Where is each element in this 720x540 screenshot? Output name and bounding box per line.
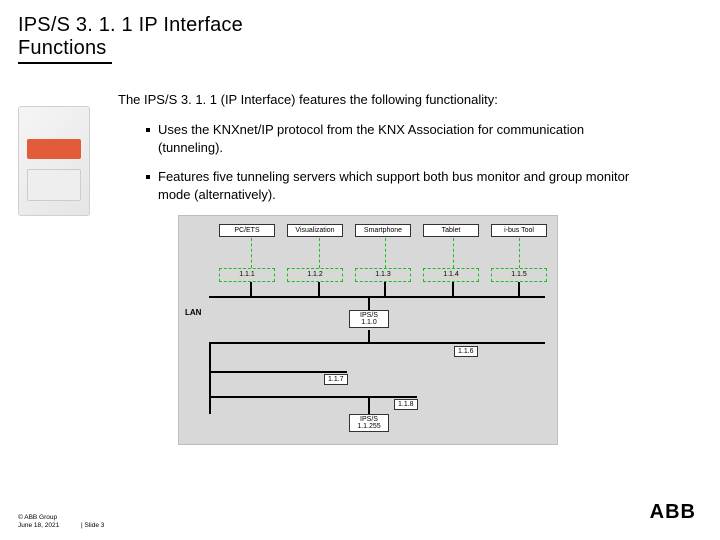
bullet-text: Features five tunneling servers which su…: [158, 168, 646, 203]
bullet-item: Features five tunneling servers which su…: [146, 168, 646, 203]
tunnel-row: 1.1.1 1.1.2 1.1.3 1.1.4 1.1.5: [219, 268, 547, 282]
bus-branch: [209, 371, 347, 373]
diagram-wrap: PC/ETS Visualization Smartphone Tablet i…: [178, 215, 702, 445]
bus-addr: 1.1.8: [394, 399, 418, 410]
bullet-text: Uses the KNXnet/IP protocol from the KNX…: [158, 121, 646, 156]
bus-line: [209, 342, 545, 344]
tunnel-box: 1.1.2: [287, 268, 343, 282]
tunnel-box: 1.1.1: [219, 268, 275, 282]
stub-line: [384, 282, 386, 296]
stub-line: [250, 282, 252, 296]
abb-logo: ABB: [650, 501, 696, 524]
bullet-item: Uses the KNXnet/IP protocol from the KNX…: [146, 121, 646, 156]
slide-title: IPS/S 3. 1. 1 IP Interface Functions: [0, 0, 720, 64]
device-box: i-bus Tool: [491, 224, 547, 237]
footer-slide: | Slide 3: [81, 522, 104, 530]
content-area: The IPS/S 3. 1. 1 (IP Interface) feature…: [0, 64, 720, 445]
bullet-dot-icon: [146, 175, 150, 179]
bullet-dot-icon: [146, 128, 150, 132]
tunnel-box: 1.1.5: [491, 268, 547, 282]
tunnel-box: 1.1.3: [355, 268, 411, 282]
bus-branch: [209, 396, 417, 398]
stub-line: [452, 282, 454, 296]
ips-name: IPS/S: [350, 312, 388, 319]
device-box: Smartphone: [355, 224, 411, 237]
dashed-connector: [385, 238, 386, 268]
logo-text: ABB: [650, 501, 696, 523]
tunnel-box: 1.1.4: [423, 268, 479, 282]
footer-date: June 18, 2021: [18, 522, 59, 529]
bullet-list: Uses the KNXnet/IP protocol from the KNX…: [146, 121, 646, 203]
stub-line: [368, 296, 370, 310]
bottom-ips-box: IPS/S 1.1.255: [349, 414, 389, 432]
dashed-connector: [519, 238, 520, 268]
device-box: Tablet: [423, 224, 479, 237]
stub-line: [518, 282, 520, 296]
stub-line: [368, 396, 370, 414]
ips-addr: 1.1.0: [350, 319, 388, 326]
footer: © ABB Group June 18, 2021 | Slide 3: [18, 514, 104, 530]
footer-copyright: © ABB Group: [18, 514, 104, 522]
bus-vline: [209, 342, 211, 414]
dashed-connector: [453, 238, 454, 268]
lan-line: [209, 296, 545, 298]
bus-addr: 1.1.7: [324, 374, 348, 385]
dashed-connector: [251, 238, 252, 268]
bus-addr: 1.1.6: [454, 346, 478, 357]
bottom-ips-name: IPS/S: [350, 416, 388, 423]
intro-text: The IPS/S 3. 1. 1 (IP Interface) feature…: [118, 92, 702, 107]
lan-label: LAN: [185, 308, 201, 317]
device-box: PC/ETS: [219, 224, 275, 237]
topology-diagram: PC/ETS Visualization Smartphone Tablet i…: [178, 215, 558, 445]
bottom-ips-addr: 1.1.255: [350, 423, 388, 430]
stub-line: [368, 330, 370, 342]
title-line-2: Functions: [18, 37, 720, 60]
stub-line: [318, 282, 320, 296]
ips-box: IPS/S 1.1.0: [349, 310, 389, 328]
title-line-1: IPS/S 3. 1. 1 IP Interface: [18, 14, 720, 37]
device-box: Visualization: [287, 224, 343, 237]
dashed-connector: [319, 238, 320, 268]
device-row: PC/ETS Visualization Smartphone Tablet i…: [219, 224, 547, 237]
product-image: [18, 106, 90, 216]
